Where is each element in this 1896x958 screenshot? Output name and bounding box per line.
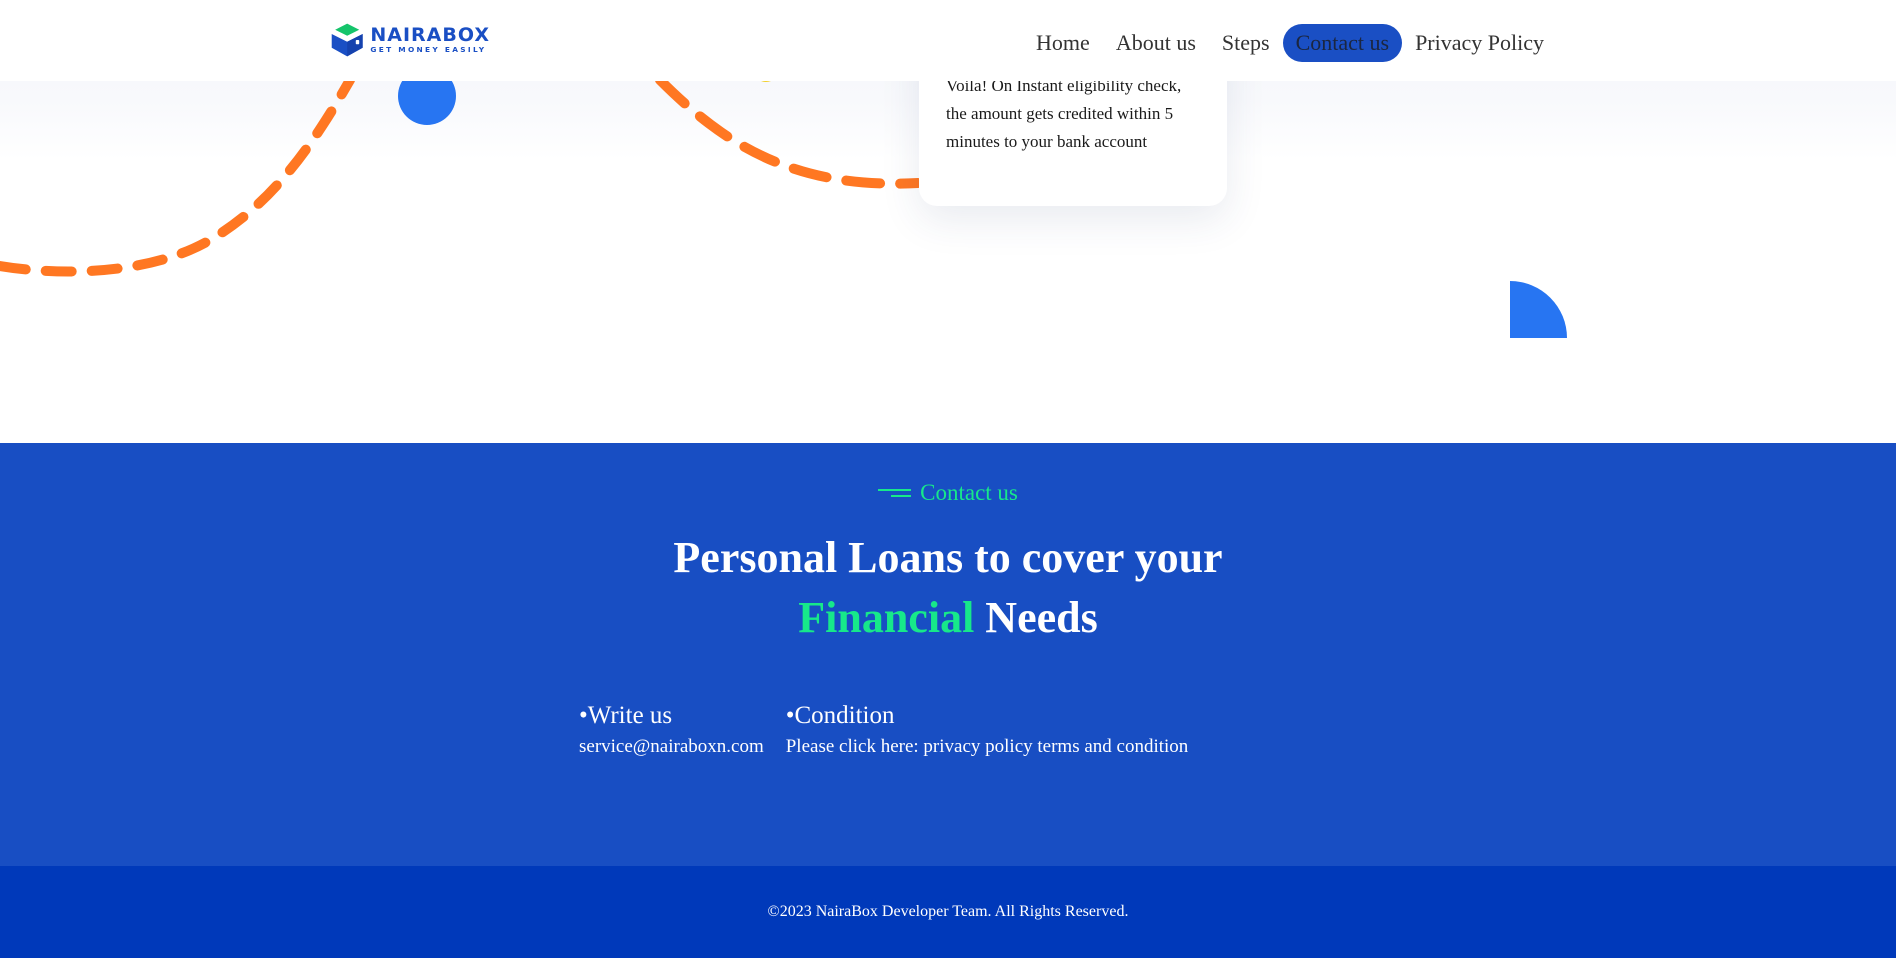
nav-privacy-policy[interactable]: Privacy Policy [1402, 24, 1557, 62]
copyright-text: ©2023 NairaBox Developer Team. All Right… [767, 903, 1129, 920]
logo-name: NAIRABOX [370, 24, 490, 46]
logo-tagline: GET MONEY EASILY [370, 45, 487, 54]
lines-icon [878, 486, 912, 500]
section-title: Personal Loans to cover your Financial N… [0, 528, 1896, 648]
nav-about-us[interactable]: About us [1103, 24, 1209, 62]
condition-column: •Condition Please click here: privacy po… [786, 701, 1189, 759]
dashed-path-middle [655, 75, 923, 189]
quarter-circle-shape [1510, 281, 1567, 338]
main-nav: Home About us Steps Contact us Privacy P… [1023, 24, 1557, 62]
site-footer: ©2023 NairaBox Developer Team. All Right… [0, 866, 1896, 958]
write-us-column: •Write us service@nairaboxn.com [579, 701, 764, 759]
email-link[interactable]: service@nairaboxn.com [579, 736, 764, 757]
contact-section: Contact us Personal Loans to cover your … [0, 443, 1896, 866]
condition-heading: •Condition [785, 702, 895, 729]
nav-home[interactable]: Home [1023, 24, 1103, 62]
nav-steps[interactable]: Steps [1209, 24, 1283, 62]
step-card-text: Voila! On Instant eligibility check, the… [946, 76, 1182, 151]
title-accent: Financial [798, 593, 975, 642]
title-rest: Needs [985, 593, 1098, 642]
logo[interactable]: NAIRABOX GET MONEY EASILY [330, 20, 490, 60]
terms-link[interactable]: Please click here: privacy policy terms … [786, 736, 1189, 757]
eyebrow-label: Contact us [920, 480, 1018, 505]
site-header: NAIRABOX GET MONEY EASILY Home About us … [0, 0, 1896, 81]
write-us-heading: •Write us [579, 702, 673, 729]
contact-info: •Write us service@nairaboxn.com •Conditi… [579, 701, 1210, 759]
title-line-1: Personal Loans to cover your [673, 533, 1223, 582]
section-eyebrow: Contact us [0, 480, 1896, 506]
nav-contact-us[interactable]: Contact us [1282, 24, 1403, 62]
wallet-box-icon [331, 23, 363, 57]
dashed-path-left [0, 75, 355, 277]
